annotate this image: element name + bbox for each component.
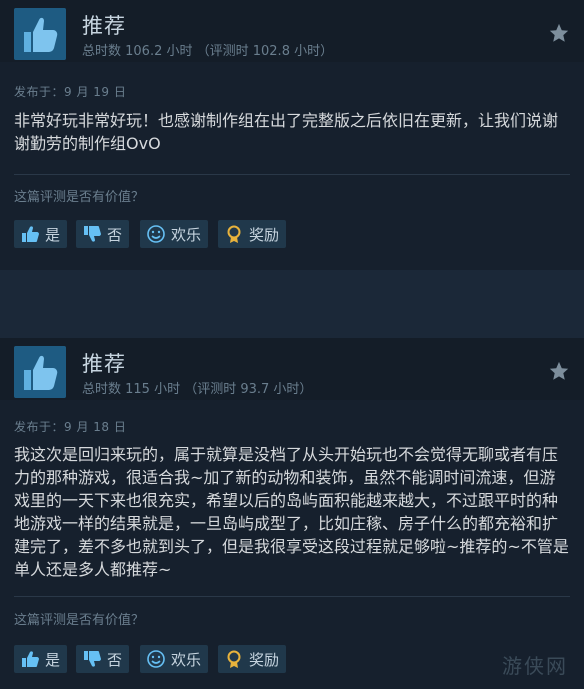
review-text: 非常好玩非常好玩！也感谢制作组在出了完整版之后依旧在更新，让我们说谢谢勤劳的制作… bbox=[14, 111, 559, 153]
vote-yes-label: 是 bbox=[45, 225, 61, 244]
review-card: 推荐 总时数 106.2 小时 （评测时 102.8 小时） 发布于：9 月 1… bbox=[0, 0, 584, 270]
playtime-hours: 总时数 106.2 小时 （评测时 102.8 小时） bbox=[82, 44, 334, 59]
thumb-up-small-icon bbox=[22, 651, 39, 667]
helpful-prompt: 这篇评测是否有价值？ bbox=[14, 190, 145, 205]
playtime-hours: 总时数 115 小时 （评测时 93.7 小时） bbox=[82, 382, 313, 397]
smile-icon bbox=[147, 650, 165, 668]
thumb-down-small-icon bbox=[84, 651, 101, 667]
thumb-down-small-icon bbox=[84, 226, 101, 242]
recommendation-label: 推荐 bbox=[82, 352, 126, 376]
review-spacer bbox=[0, 270, 584, 338]
award-label: 奖励 bbox=[249, 225, 280, 244]
award-button[interactable]: 奖励 bbox=[218, 645, 287, 673]
thumbs-up-icon bbox=[14, 346, 66, 398]
vote-no-label: 否 bbox=[107, 225, 123, 244]
star-icon[interactable] bbox=[548, 22, 570, 44]
divider bbox=[14, 596, 570, 597]
recommendation-label: 推荐 bbox=[82, 14, 126, 38]
award-label: 奖励 bbox=[249, 650, 280, 669]
smile-icon bbox=[147, 225, 165, 243]
watermark: 游侠网 bbox=[502, 654, 568, 678]
award-button[interactable]: 奖励 bbox=[218, 220, 287, 248]
helpful-prompt: 这篇评测是否有价值？ bbox=[14, 613, 145, 628]
vote-no-button[interactable]: 否 bbox=[76, 220, 130, 248]
divider bbox=[14, 174, 570, 175]
review-header: 推荐 总时数 115 小时 （评测时 93.7 小时） bbox=[0, 338, 584, 400]
review-card: 推荐 总时数 115 小时 （评测时 93.7 小时） 发布于：9 月 18 日… bbox=[0, 338, 584, 689]
vote-funny-button[interactable]: 欢乐 bbox=[140, 220, 209, 248]
vote-no-label: 否 bbox=[107, 650, 123, 669]
vote-funny-label: 欢乐 bbox=[171, 225, 202, 244]
star-icon[interactable] bbox=[548, 360, 570, 382]
award-icon bbox=[227, 225, 241, 243]
award-icon bbox=[227, 650, 241, 668]
review-header: 推荐 总时数 106.2 小时 （评测时 102.8 小时） bbox=[0, 0, 584, 62]
thumb-up-small-icon bbox=[22, 226, 39, 242]
vote-funny-label: 欢乐 bbox=[171, 650, 202, 669]
vote-yes-button[interactable]: 是 bbox=[14, 645, 68, 673]
vote-yes-label: 是 bbox=[45, 650, 61, 669]
review-text: 我这次是回归来玩的，属于就算是没档了从头开始玩也不会觉得无聊或者有压力的那种游戏… bbox=[14, 445, 569, 579]
vote-funny-button[interactable]: 欢乐 bbox=[140, 645, 209, 673]
vote-no-button[interactable]: 否 bbox=[76, 645, 130, 673]
thumbs-up-icon bbox=[14, 8, 66, 60]
vote-yes-button[interactable]: 是 bbox=[14, 220, 68, 248]
posted-date: 发布于：9 月 19 日 bbox=[14, 85, 127, 99]
posted-date: 发布于：9 月 18 日 bbox=[14, 420, 127, 434]
